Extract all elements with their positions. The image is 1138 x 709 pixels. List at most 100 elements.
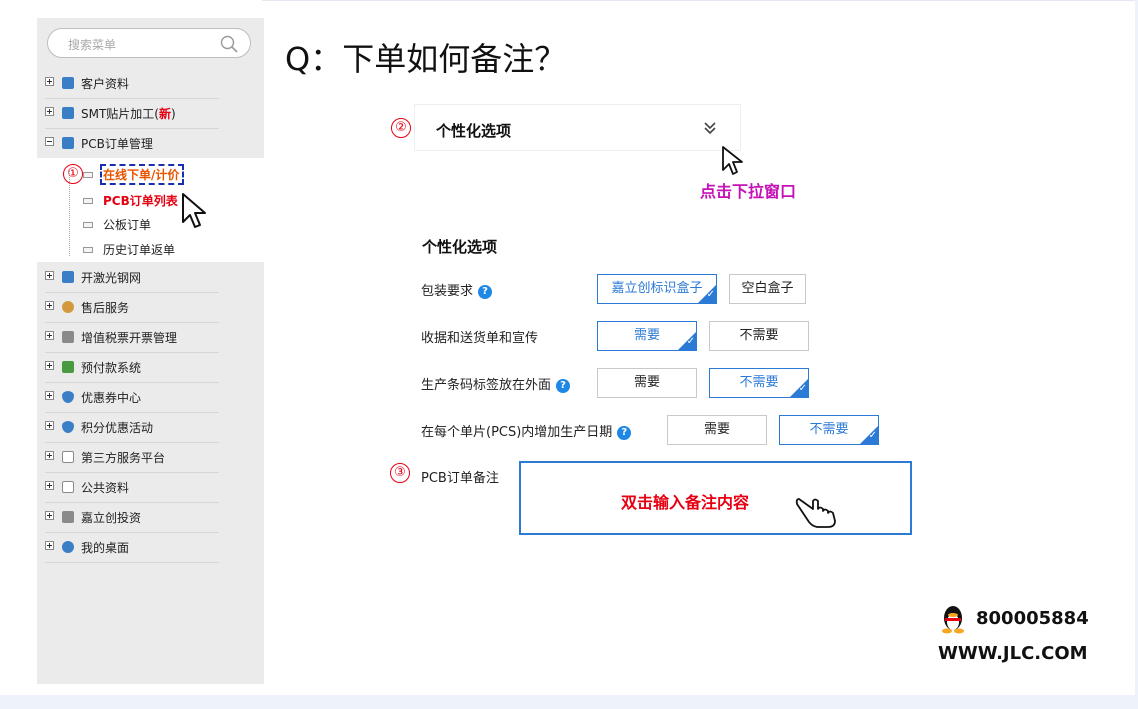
option-label: 嘉立创标识盒子	[611, 281, 703, 296]
submenu-label: 公板订单	[103, 218, 152, 232]
option-label: 不需要	[809, 422, 849, 437]
shield-icon	[62, 391, 74, 403]
step-3-marker: ③	[390, 463, 410, 483]
sidebar-item-smt[interactable]: SMT贴片加工(新)	[45, 99, 219, 129]
collapse-icon[interactable]	[45, 137, 54, 146]
window-icon	[62, 481, 74, 493]
check-icon: ✓	[686, 336, 695, 347]
row-label-text: 生产条码标签放在外面	[421, 378, 552, 393]
option-barcode-need[interactable]: 需要	[597, 368, 697, 398]
help-icon[interactable]: ?	[556, 378, 571, 393]
sidebar-item-label: 嘉立创投资	[81, 511, 142, 525]
calc-icon	[62, 107, 74, 119]
sidebar-item-label: 增值税票开票管理	[81, 331, 178, 345]
expand-icon[interactable]	[45, 301, 54, 310]
sidebar-item-aftersales[interactable]: 售后服务	[45, 293, 219, 323]
search-box[interactable]: 搜索菜单	[47, 28, 251, 58]
expand-icon[interactable]	[45, 107, 54, 116]
calc-icon	[62, 137, 74, 149]
sidebar-item-coupons[interactable]: 优惠券中心	[45, 383, 219, 413]
sidebar-item-label: PCB订单管理	[81, 137, 153, 151]
qq-penguin-icon	[942, 606, 964, 634]
page-title: Q：下单如何备注？	[285, 40, 567, 78]
expand-icon[interactable]	[45, 77, 54, 86]
row-label-text: 包装要求	[421, 284, 474, 299]
sidebar-item-thirdparty[interactable]: 第三方服务平台	[45, 443, 219, 473]
option-date-no-need[interactable]: 不需要 ✓	[779, 415, 879, 445]
coins-icon	[62, 361, 74, 373]
hint-text: 点击下拉窗口	[700, 182, 797, 201]
check-icon: ✓	[868, 430, 877, 441]
sidebar-item-public-data[interactable]: 公共资料	[45, 473, 219, 503]
sidebar-item-prepay[interactable]: 预付款系统	[45, 353, 219, 383]
option-date-need[interactable]: 需要	[667, 415, 767, 445]
expand-icon[interactable]	[45, 511, 54, 520]
sidebar-item-stencil[interactable]: 开激光钢网	[45, 263, 219, 293]
check-icon: ✓	[798, 383, 807, 394]
person-icon	[62, 301, 74, 313]
page-icon	[83, 222, 93, 228]
expand-icon[interactable]	[45, 391, 54, 400]
search-icon[interactable]	[220, 35, 238, 53]
smt-suffix: )	[171, 107, 176, 121]
sidebar-item-label: 公共资料	[81, 481, 130, 495]
option-receipt-need[interactable]: 需要 ✓	[597, 321, 697, 351]
section-title: 个性化选项	[422, 238, 498, 256]
page-icon	[83, 172, 93, 178]
shield-icon	[62, 421, 74, 433]
calc-icon	[62, 271, 74, 283]
sidebar-item-customer[interactable]: 客户资料	[45, 69, 219, 99]
smt-label: SMT贴片加工(	[81, 107, 159, 121]
sidebar-item-pcb[interactable]: PCB订单管理	[45, 129, 219, 159]
help-icon[interactable]: ?	[478, 284, 493, 299]
chevron-down-icon[interactable]	[702, 120, 718, 136]
submenu-label: PCB订单列表	[103, 194, 178, 208]
sidebar-item-points[interactable]: 积分优惠活动	[45, 413, 219, 443]
doc-icon	[62, 331, 74, 343]
expand-icon[interactable]	[45, 421, 54, 430]
expand-icon[interactable]	[45, 481, 54, 490]
option-label: 不需要	[739, 328, 779, 343]
doc-icon	[62, 511, 74, 523]
search-placeholder: 搜索菜单	[68, 38, 117, 52]
option-label: 需要	[633, 328, 660, 343]
sidebar-item-label: 第三方服务平台	[81, 451, 166, 465]
option-label: 需要	[633, 375, 660, 390]
sidebar-item-label: 售后服务	[81, 301, 130, 315]
chat-icon	[62, 541, 74, 553]
expand-icon[interactable]	[45, 361, 54, 370]
website-url: WWW.JLC.COM	[938, 643, 1088, 664]
submenu-label: 历史订单返单	[103, 243, 176, 257]
window-icon	[62, 451, 74, 463]
expand-icon[interactable]	[45, 451, 54, 460]
sidebar-item-label: 预付款系统	[81, 361, 142, 375]
qq-number: 800005884	[976, 608, 1089, 629]
page: 搜索菜单 客户资料 SMT贴片加工(新) PCB订单管理 在线下单/计价 PCB…	[0, 0, 1138, 709]
user-icon	[62, 77, 74, 89]
help-icon[interactable]: ?	[617, 425, 632, 440]
step-2-marker: ②	[391, 118, 411, 138]
barcode-label: 生产条码标签放在外面?	[421, 374, 571, 393]
note-label: PCB订单备注	[421, 471, 499, 486]
personalization-dropdown[interactable]: 个性化选项	[414, 104, 741, 151]
sidebar-item-desktop[interactable]: 我的桌面	[45, 533, 219, 563]
bottom-band	[0, 695, 1138, 709]
cursor-arrow-icon	[182, 193, 206, 228]
order-note-input[interactable]: 双击输入备注内容	[519, 461, 912, 535]
expand-icon[interactable]	[45, 331, 54, 340]
option-receipt-no-need[interactable]: 不需要	[709, 321, 809, 351]
check-icon: ✓	[706, 289, 715, 300]
option-barcode-no-need[interactable]: 不需要 ✓	[709, 368, 809, 398]
expand-icon[interactable]	[45, 271, 54, 280]
page-icon	[83, 198, 93, 204]
sidebar-item-invoice[interactable]: 增值税票开票管理	[45, 323, 219, 353]
option-blank-box[interactable]: 空白盒子	[729, 274, 806, 304]
qq-contact: 800005884	[940, 604, 1089, 634]
sidebar-item-label: 我的桌面	[81, 541, 130, 555]
expand-icon[interactable]	[45, 541, 54, 550]
sidebar-item-invest[interactable]: 嘉立创投资	[45, 503, 219, 533]
note-placeholder: 双击输入备注内容	[621, 493, 750, 512]
option-jlc-box[interactable]: 嘉立创标识盒子 ✓	[597, 274, 717, 304]
receipt-label: 收据和送货单和宣传	[421, 331, 539, 346]
dropdown-label: 个性化选项	[436, 122, 512, 140]
